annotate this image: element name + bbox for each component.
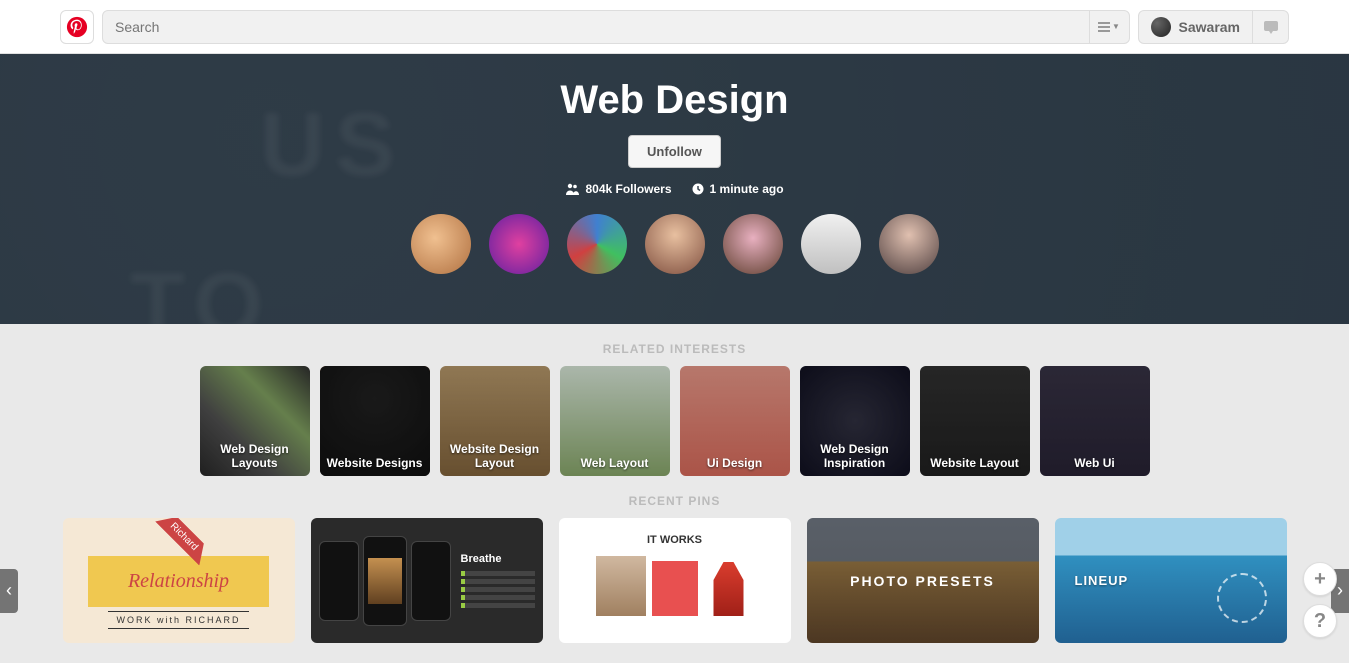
interest-label: Web Layout xyxy=(575,450,655,476)
interest-label: Web Design Inspiration xyxy=(800,436,910,476)
board-hero: US TO Web Design Unfollow 804k Followers… xyxy=(0,54,1349,324)
pin-card[interactable]: Richard Relationship WORK with RICHARD xyxy=(63,518,295,643)
interest-card[interactable]: Web Design Inspiration xyxy=(800,366,910,476)
related-interests-row: Web Design Layouts Website Designs Website… xyxy=(0,366,1349,476)
chat-icon xyxy=(1263,20,1279,34)
interest-card[interactable]: Web Ui xyxy=(1040,366,1150,476)
contributor-avatar[interactable] xyxy=(645,214,705,274)
last-activity: 1 minute ago xyxy=(692,182,784,196)
notifications-button[interactable] xyxy=(1252,11,1288,43)
followers-count[interactable]: 804k Followers xyxy=(565,182,671,196)
pin-card[interactable]: IT WORKS xyxy=(559,518,791,643)
username-label: Sawaram xyxy=(1179,19,1240,35)
pin-card[interactable]: Breathe xyxy=(311,518,543,643)
recent-pins-heading: RECENT PINS xyxy=(0,476,1349,518)
contributor-avatar[interactable] xyxy=(723,214,783,274)
list-icon xyxy=(1098,22,1110,32)
contributor-avatar[interactable] xyxy=(879,214,939,274)
people-icon xyxy=(565,183,579,195)
interest-card[interactable]: Website Designs xyxy=(320,366,430,476)
user-avatar xyxy=(1151,17,1171,37)
help-button[interactable]: ? xyxy=(1303,604,1337,638)
contributor-avatars xyxy=(411,214,939,274)
pinterest-icon xyxy=(66,16,88,38)
plus-icon: + xyxy=(1314,568,1326,591)
recent-pins-row: ‹ Richard Relationship WORK with RICHARD… xyxy=(0,518,1349,663)
pins-prev-button[interactable]: ‹ xyxy=(0,569,18,613)
chevron-down-icon: ▼ xyxy=(1112,22,1120,31)
floating-actions: + ? xyxy=(1303,562,1337,638)
interest-label: Ui Design xyxy=(701,450,768,476)
contributor-avatar[interactable] xyxy=(489,214,549,274)
pin-card[interactable]: PHOTO PRESETS xyxy=(807,518,1039,643)
interest-label: Website Designs xyxy=(321,450,429,476)
user-menu: Sawaram xyxy=(1138,10,1289,44)
interest-label: Web Design Layouts xyxy=(200,436,310,476)
top-header: ▼ Sawaram xyxy=(0,0,1349,54)
unfollow-button[interactable]: Unfollow xyxy=(628,135,721,168)
interest-label: Website Layout xyxy=(924,450,1024,476)
interest-label: Website Design Layout xyxy=(440,436,550,476)
pin-card[interactable]: LINEUP xyxy=(1055,518,1287,643)
contributor-avatar[interactable] xyxy=(801,214,861,274)
interest-card[interactable]: Web Layout xyxy=(560,366,670,476)
view-options-button[interactable]: ▼ xyxy=(1089,11,1129,43)
interest-card[interactable]: Ui Design xyxy=(680,366,790,476)
board-title: Web Design xyxy=(560,78,788,123)
related-interests-heading: RELATED INTERESTS xyxy=(0,324,1349,366)
question-icon: ? xyxy=(1314,610,1326,633)
interest-card[interactable]: Web Design Layouts xyxy=(200,366,310,476)
interest-label: Web Ui xyxy=(1068,450,1120,476)
contributor-avatar[interactable] xyxy=(411,214,471,274)
contributor-avatar[interactable] xyxy=(567,214,627,274)
user-profile-button[interactable]: Sawaram xyxy=(1139,11,1252,43)
add-button[interactable]: + xyxy=(1303,562,1337,596)
search-bar: ▼ xyxy=(102,10,1130,44)
board-meta: 804k Followers 1 minute ago xyxy=(565,182,783,196)
clock-icon xyxy=(692,183,704,195)
interest-card[interactable]: Website Layout xyxy=(920,366,1030,476)
search-input[interactable] xyxy=(103,11,1089,43)
interest-card[interactable]: Website Design Layout xyxy=(440,366,550,476)
pinterest-logo[interactable] xyxy=(60,10,94,44)
